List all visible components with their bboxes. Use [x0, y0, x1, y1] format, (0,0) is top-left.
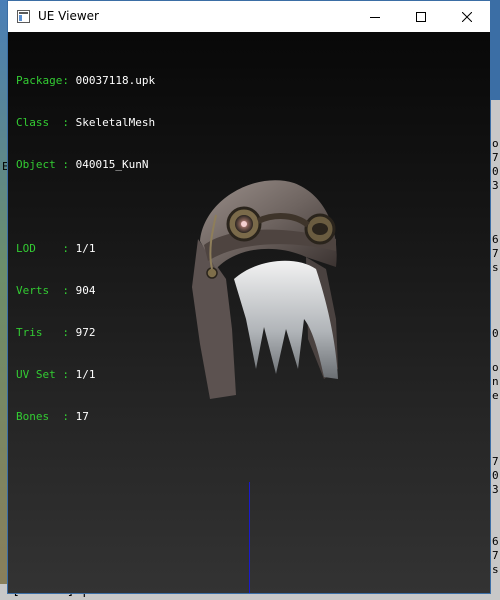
object-label: Object : — [16, 158, 69, 171]
close-button[interactable] — [444, 1, 490, 32]
lod-value: 1/1 — [75, 242, 96, 255]
object-value: 040015_KunN — [75, 158, 149, 171]
lod-label: LOD : — [16, 242, 69, 255]
package-value: 00037118.upk — [75, 74, 156, 87]
minimize-icon — [370, 16, 380, 18]
console-line: 7 — [492, 247, 499, 260]
console-line: 7 — [492, 455, 499, 468]
uvset-label: UV Set : — [16, 368, 69, 381]
tris-value: 972 — [75, 326, 96, 339]
console-line: 6 — [492, 233, 499, 246]
console-line: s — [492, 261, 499, 274]
class-label: Class : — [16, 116, 69, 129]
info-spacer — [16, 200, 155, 214]
verts-value: 904 — [75, 284, 96, 297]
3d-viewport[interactable]: Package: 00037118.upk Class : SkeletalMe… — [8, 32, 490, 593]
background-console-window: o 7 0 3 6 7 s 0 o n e 7 0 3 6 7 s — [490, 100, 500, 600]
window-icon[interactable] — [17, 10, 30, 23]
verts-row: Verts : 904 — [16, 284, 155, 298]
maximize-button[interactable] — [398, 1, 444, 32]
skeletal-mesh-render[interactable] — [186, 169, 342, 401]
class-value: SkeletalMesh — [75, 116, 156, 129]
console-line: 3 — [492, 483, 499, 496]
console-line: 6 — [492, 535, 499, 548]
package-row: Package: 00037118.upk — [16, 74, 155, 88]
verts-label: Verts : — [16, 284, 69, 297]
console-line: o — [492, 137, 499, 150]
console-line: 0 — [492, 165, 499, 178]
mesh-info-panel: Package: 00037118.upk Class : SkeletalMe… — [16, 46, 155, 452]
axis-line — [249, 482, 250, 593]
window-title: UE Viewer — [38, 9, 99, 23]
maximize-icon — [416, 11, 426, 22]
ue-viewer-window[interactable]: UE Viewer Package: 00037118.upk Class : … — [7, 0, 491, 594]
lod-row: LOD : 1/1 — [16, 242, 155, 256]
bones-value: 17 — [75, 410, 89, 423]
console-line: 0 — [492, 327, 499, 340]
bones-row: Bones : 17 — [16, 410, 155, 424]
object-row: Object : 040015_KunN — [16, 158, 155, 172]
class-row: Class : SkeletalMesh — [16, 116, 155, 130]
uvset-row: UV Set : 1/1 — [16, 368, 155, 382]
package-label: Package: — [16, 74, 69, 87]
title-bar[interactable]: UE Viewer — [8, 1, 490, 32]
uvset-value: 1/1 — [75, 368, 96, 381]
console-line: o — [492, 361, 499, 374]
console-line: 3 — [492, 179, 499, 192]
minimize-button[interactable] — [352, 1, 398, 32]
console-line: s — [492, 563, 499, 576]
console-line: 7 — [492, 151, 499, 164]
tris-row: Tris : 972 — [16, 326, 155, 340]
console-line: e — [492, 389, 499, 402]
console-line: 0 — [492, 469, 499, 482]
tris-label: Tris : — [16, 326, 69, 339]
close-icon — [462, 11, 472, 22]
bones-label: Bones : — [16, 410, 69, 423]
console-line: n — [492, 375, 499, 388]
console-line: 7 — [492, 549, 499, 562]
